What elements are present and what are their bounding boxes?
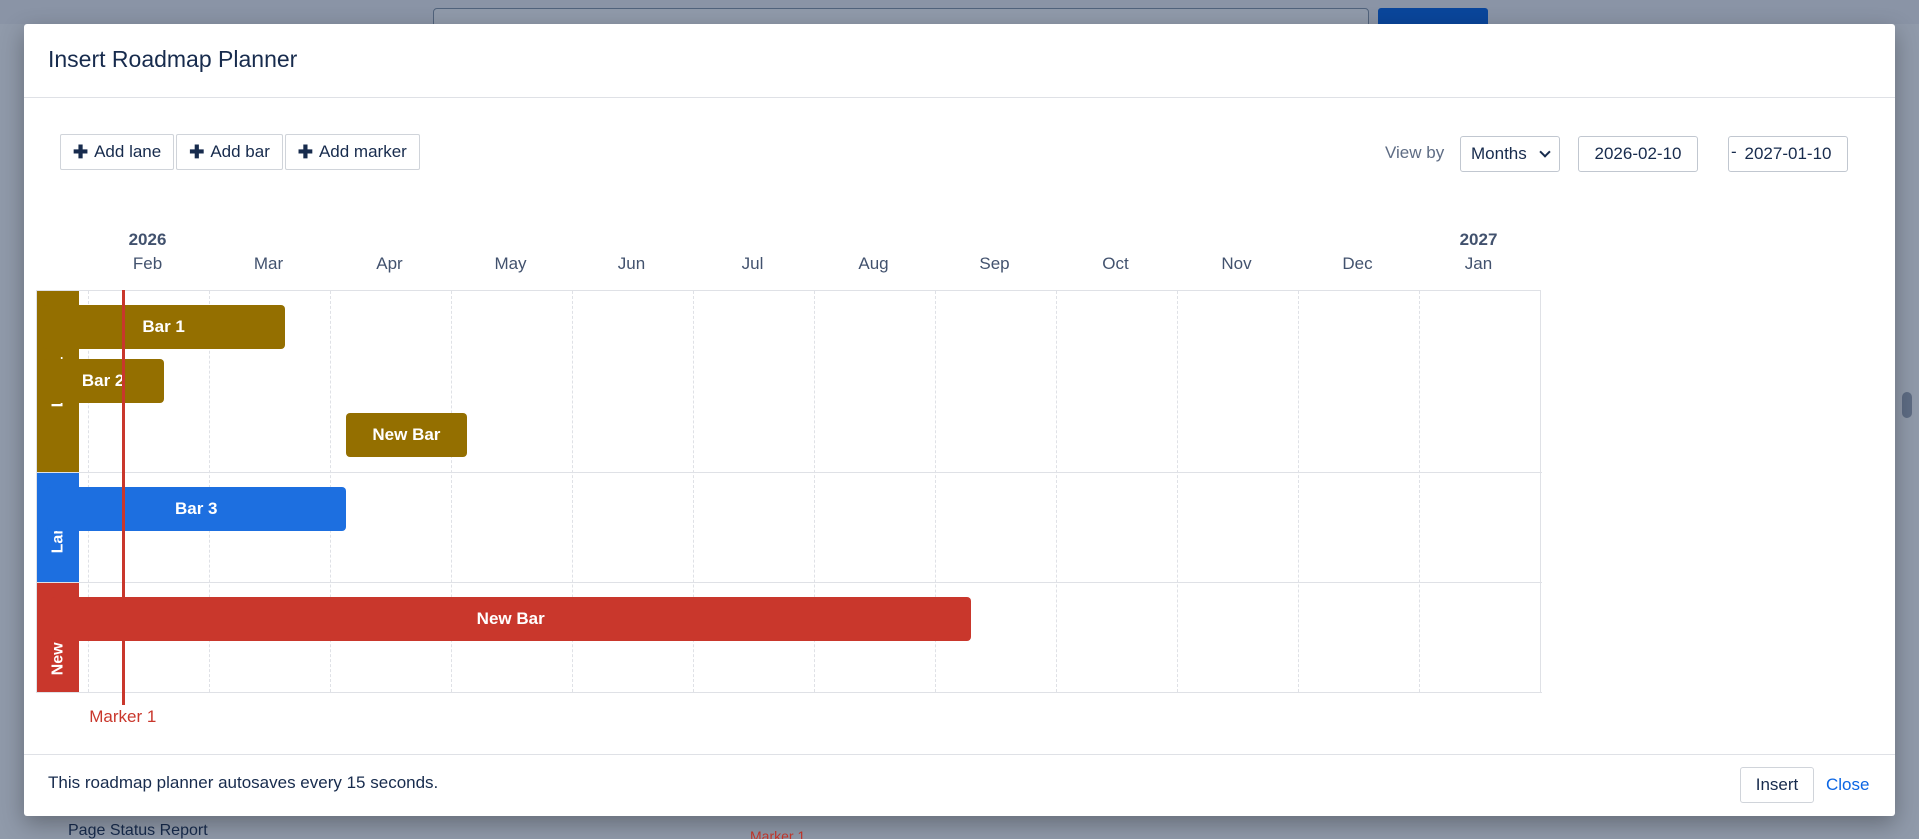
background-page-link: Page Status Report [68, 822, 208, 839]
roadmap-marker-label[interactable]: Marker 1 [89, 707, 156, 727]
insert-button[interactable]: Insert [1740, 767, 1814, 803]
month-label: Dec [1342, 254, 1373, 273]
month-label: Nov [1221, 254, 1252, 273]
dialog-footer: This roadmap planner autosaves every 15 … [24, 754, 1895, 816]
add-bar-label: Add bar [210, 142, 270, 161]
background-marker-label: Marker 1 [750, 828, 806, 839]
plus-icon: ✚ [189, 141, 205, 162]
month-label: Jan [1464, 254, 1493, 273]
dialog-header: Insert Roadmap Planner [24, 24, 1895, 98]
month-label: Oct [1102, 254, 1129, 273]
roadmap-bar[interactable]: Bar 2 [42, 359, 164, 403]
month-label: Feb [132, 254, 163, 273]
month-label: May [494, 254, 527, 273]
month-label: Apr [376, 254, 403, 273]
add-lane-button[interactable]: ✚ Add lane [60, 134, 175, 170]
view-by-select[interactable]: Months [1460, 136, 1560, 172]
autosave-notice: This roadmap planner autosaves every 15 … [48, 773, 439, 792]
roadmap-toolbar: ✚ Add lane ✚ Add bar ✚ Add marker [60, 134, 422, 170]
add-lane-label: Add lane [94, 142, 162, 161]
month-label: Mar [253, 254, 284, 273]
background-scrollbar[interactable] [1902, 392, 1912, 418]
month-label: Aug [858, 254, 889, 273]
roadmap-planner-dialog: Insert Roadmap Planner ✚ Add lane ✚ Add … [24, 24, 1895, 816]
month-label: Jul [741, 254, 764, 273]
view-by-value: Months [1471, 144, 1527, 163]
plus-icon: ✚ [297, 141, 313, 162]
month-label: Sep [979, 254, 1010, 273]
add-marker-label: Add marker [318, 142, 407, 161]
close-link[interactable]: Close [1826, 775, 1869, 795]
year-label: 2026 [128, 230, 167, 249]
timeline-grid: Lane 1Lane 2New LaneBar 1Bar 2New BarBar… [36, 290, 1542, 693]
roadmap-timeline: Lane 1Lane 2New LaneBar 1Bar 2New BarBar… [36, 204, 1566, 727]
roadmap-bar[interactable]: New Bar [345, 413, 467, 457]
roadmap-marker-line[interactable] [121, 290, 125, 705]
view-by-label: View by [1385, 143, 1445, 162]
roadmap-bar[interactable]: Bar 1 [42, 305, 285, 349]
roadmap-bar[interactable]: New Bar [50, 597, 971, 641]
chevron-down-icon [1539, 146, 1551, 158]
plus-icon: ✚ [73, 141, 89, 162]
end-date-input[interactable]: 2027-01-10 [1728, 136, 1848, 172]
year-label: 2027 [1459, 230, 1498, 249]
dialog-title: Insert Roadmap Planner [48, 46, 298, 72]
month-label: Jun [617, 254, 646, 273]
add-bar-button[interactable]: ✚ Add bar [176, 134, 283, 170]
roadmap-bar[interactable]: Bar 3 [46, 487, 346, 531]
start-date-input[interactable]: 2026-02-10 [1578, 136, 1698, 172]
add-marker-button[interactable]: ✚ Add marker [284, 134, 420, 170]
